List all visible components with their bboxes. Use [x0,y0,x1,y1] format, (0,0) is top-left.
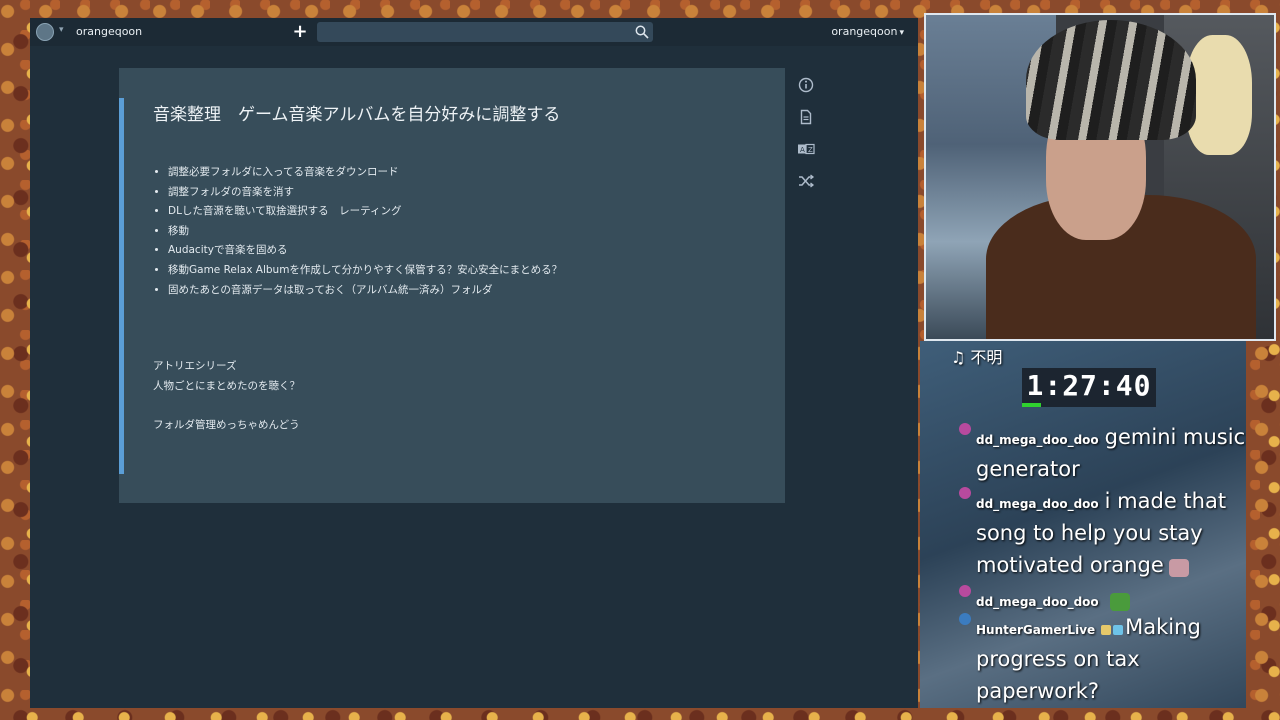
account-menu-label: orangeqoon [831,25,898,38]
timer-progress-bar [1022,403,1156,407]
striped-beanie [1026,20,1196,140]
notes-app-window: ▾ orangeqoon + orangeqoon ▾ 音楽整理 ゲーム音楽アルバ… [30,18,918,708]
svg-text:Z: Z [808,146,813,154]
note-paragraph[interactable]: アトリエシリーズ [153,358,236,373]
note-card[interactable]: 音楽整理 ゲーム音楽アルバムを自分好みに調整する 調整必要フォルダに入ってる音楽… [119,68,785,503]
stream-overlay-panel: ♫ 不明 1:27:40 dd_mega_doo_doo gemini music… [920,341,1246,708]
chat-username: dd_mega_doo_doo [976,433,1099,447]
stream-timer: 1:27:40 [1022,368,1156,406]
shuffle-icon[interactable] [797,172,815,190]
workspace-user-name[interactable]: orangeqoon [76,25,142,38]
chat-message: dd_mega_doo_doo gemini music generator [959,421,1246,485]
top-bar: ▾ orangeqoon + orangeqoon ▾ [30,18,918,46]
list-item[interactable]: DLした音源を聴いて取捨選択する レーティング [168,202,562,222]
chat-username: dd_mega_doo_doo [976,497,1099,511]
note-paragraph[interactable]: 人物ごとにまとめたのを聴く？ [153,378,300,393]
add-note-button[interactable]: + [290,21,310,43]
list-item[interactable]: Audacityで音楽を固める [168,241,562,261]
timer-progress-fill [1022,403,1041,407]
app-logo-icon[interactable] [36,23,54,41]
sub-badge-icon [1113,624,1124,635]
chat-username: HunterGamerLive [976,623,1096,637]
user-badge-icon [959,613,971,625]
note-paragraph[interactable]: フォルダ管理めっちゃめんどう [153,417,300,432]
webcam-feed [924,13,1276,341]
chat-username: dd_mega_doo_doo [976,595,1099,609]
chat-message: dd_mega_doo_doo i made that song to help … [959,485,1246,581]
now-playing-label: ♫ 不明 [951,348,1003,367]
crown-badge-icon [1101,624,1112,635]
list-item[interactable]: 移動 [168,222,562,242]
user-badge-icon [959,423,971,435]
frog-emote-icon [1109,592,1130,611]
note-bullet-list: 調整必要フォルダに入ってる音楽をダウンロード 調整フォルダの音楽を消す DLした… [153,163,562,300]
svg-text:A: A [800,146,805,154]
note-accent-bar [119,98,124,474]
list-item[interactable]: 移動Game Relax Albumを作成して分かりやすく保管する？安心安全にま… [168,261,562,281]
note-title[interactable]: 音楽整理 ゲーム音楽アルバムを自分好みに調整する [153,100,560,125]
cat-emote-icon [1168,558,1189,577]
user-badge-icon [959,487,971,499]
info-icon[interactable] [797,76,815,94]
list-item[interactable]: 調整必要フォルダに入ってる音楽をダウンロード [168,163,562,183]
translate-icon[interactable]: A Z [797,140,815,158]
list-item[interactable]: 調整フォルダの音楽を消す [168,183,562,203]
search-icon[interactable] [635,25,649,39]
document-icon[interactable] [797,108,815,126]
list-item[interactable]: 固めたあとの音源データは取っておく（アルバム統一済み）フォルダ [168,281,562,301]
search-input[interactable] [317,22,653,42]
chat-message: HunterGamerLive Making progress on tax pa… [959,611,1246,707]
user-badge-icon [959,585,971,597]
chevron-down-icon[interactable]: ▾ [59,25,64,35]
account-menu[interactable]: orangeqoon ▾ [831,25,904,38]
chevron-down-icon: ▾ [899,28,904,38]
